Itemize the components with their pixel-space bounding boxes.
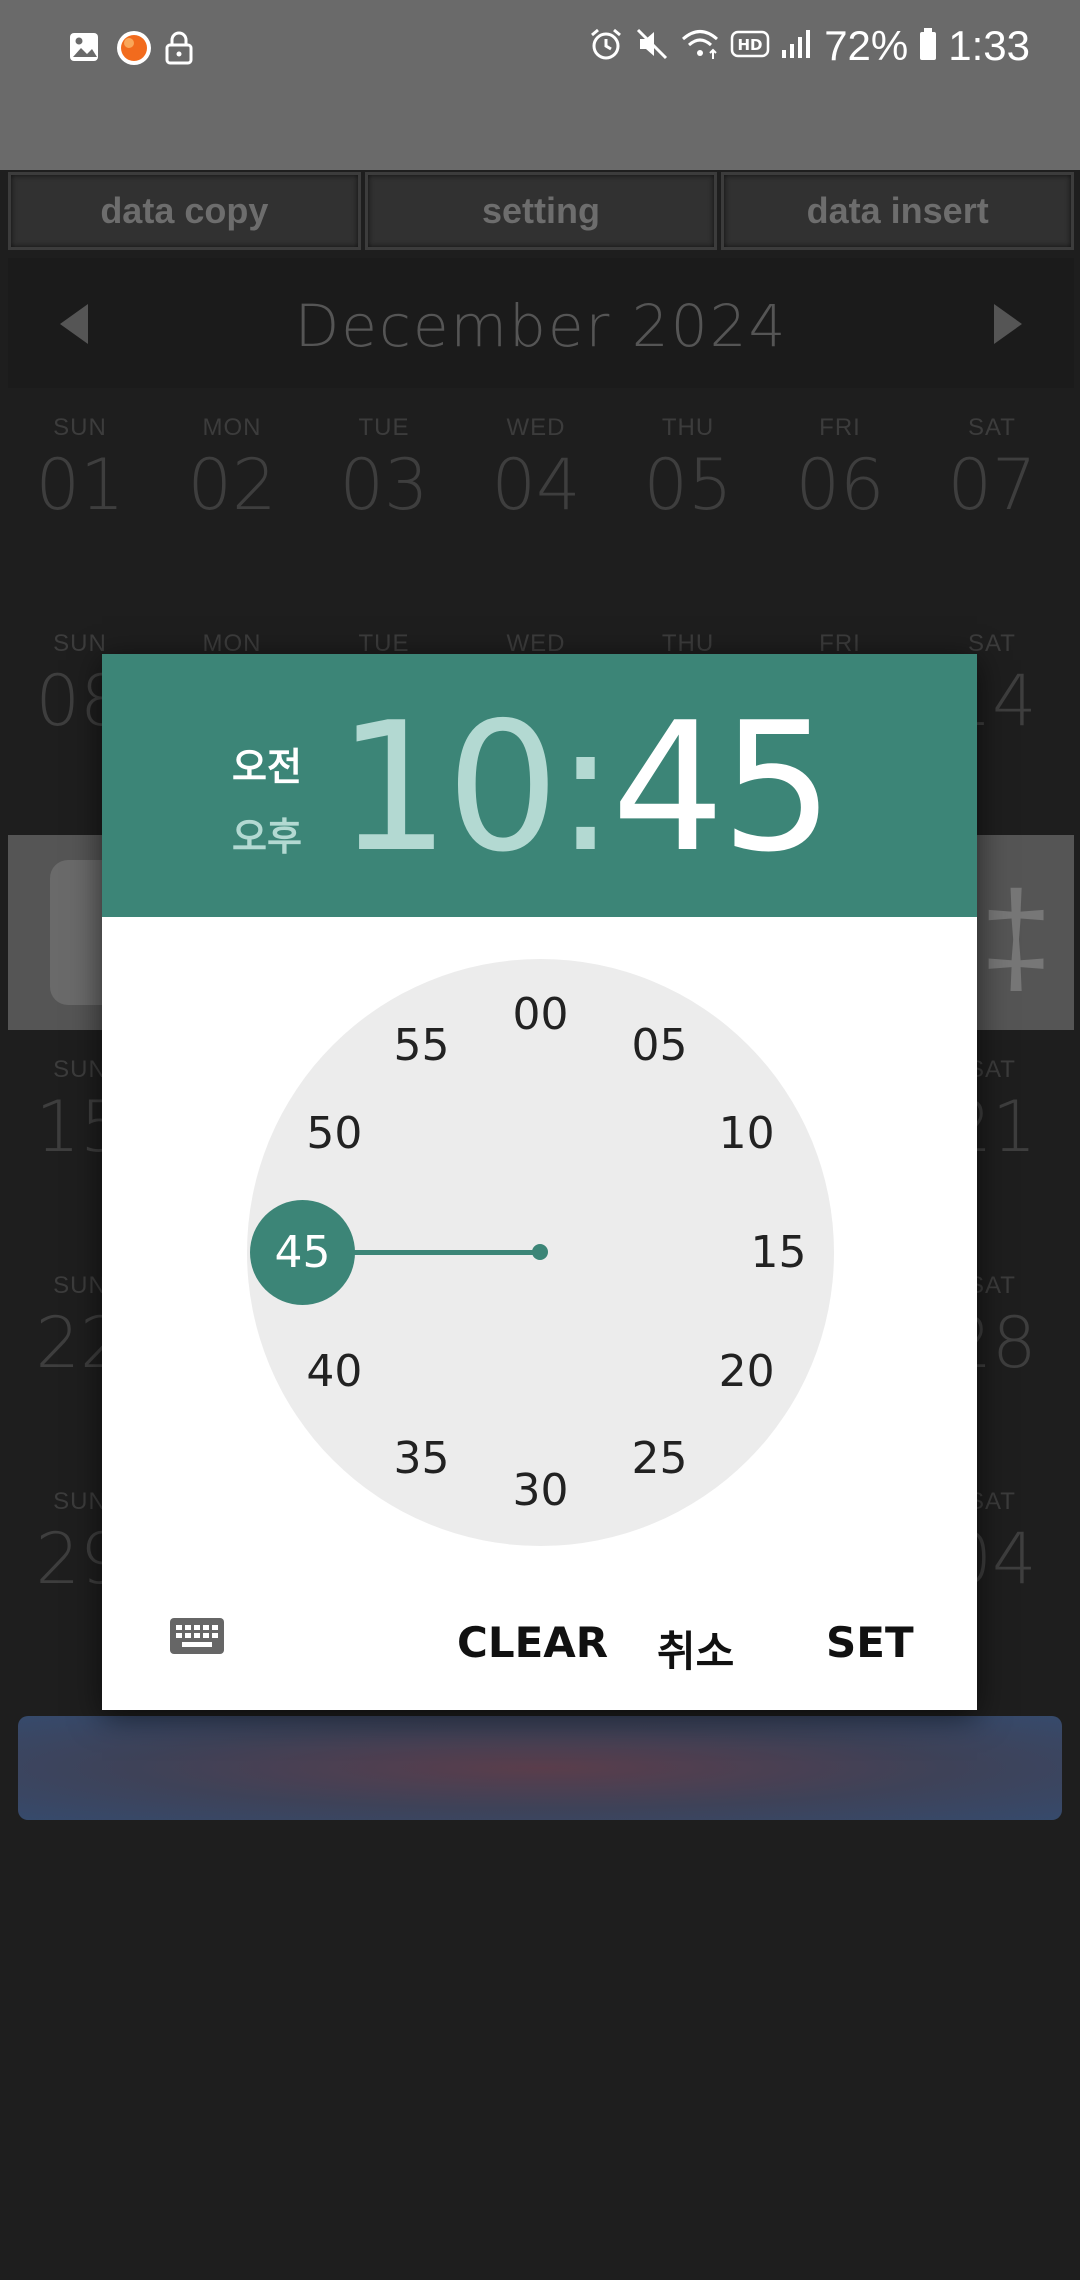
lock-icon bbox=[164, 30, 198, 66]
hour-display[interactable]: 10 bbox=[337, 684, 559, 891]
cancel-button[interactable]: 취소 bbox=[657, 1618, 734, 1679]
data-copy-button[interactable]: data copy bbox=[8, 172, 361, 250]
status-bar: HD 72% 1:33 bbox=[0, 0, 1080, 170]
dial-number[interactable]: 35 bbox=[382, 1429, 462, 1489]
battery-icon bbox=[918, 26, 938, 67]
dial-number[interactable]: 15 bbox=[739, 1223, 819, 1283]
dial-number[interactable]: 05 bbox=[620, 1016, 700, 1076]
calendar-day[interactable]: FRI 06 bbox=[765, 414, 915, 526]
calendar-day[interactable]: MON 02 bbox=[157, 414, 307, 526]
keyboard-icon[interactable] bbox=[170, 1618, 224, 1654]
svg-text:HD: HD bbox=[738, 36, 763, 54]
selected-minute-marker[interactable]: 45 bbox=[250, 1200, 355, 1305]
calendar-day[interactable]: THU 05 bbox=[613, 414, 763, 526]
dial-number[interactable]: 10 bbox=[707, 1104, 787, 1164]
time-separator: : bbox=[555, 684, 616, 891]
mute-icon bbox=[634, 26, 670, 67]
calendar-day[interactable]: SUN 01 bbox=[5, 414, 155, 526]
dial-number[interactable]: 50 bbox=[294, 1104, 374, 1164]
gallery-icon bbox=[68, 30, 102, 66]
clock-center-dot bbox=[532, 1244, 548, 1260]
set-button[interactable]: SET bbox=[826, 1618, 914, 1667]
dial-number[interactable]: 40 bbox=[294, 1342, 374, 1402]
bottom-banner[interactable] bbox=[18, 1716, 1062, 1820]
battery-percent: 72% bbox=[824, 22, 909, 69]
calendar-week: SUN 01 MON 02 TUE 03 WED 04 THU 05 FRI 06 SAT 0… bbox=[0, 414, 1080, 554]
app-icon bbox=[116, 30, 151, 66]
clear-button[interactable]: CLEAR bbox=[457, 1618, 608, 1667]
time-picker-header: 오전 오후 10:45 bbox=[102, 654, 977, 917]
next-month-icon[interactable] bbox=[994, 304, 1022, 344]
dialog-actions: CLEAR 취소 SET bbox=[102, 1594, 977, 1684]
alarm-icon bbox=[588, 26, 624, 67]
time-display: 10:45 bbox=[337, 688, 834, 888]
calendar-day[interactable]: SAT 07 bbox=[917, 414, 1067, 526]
dial-number[interactable]: 00 bbox=[501, 985, 581, 1045]
am-toggle[interactable]: 오전 bbox=[232, 732, 302, 802]
data-insert-button[interactable]: data insert bbox=[721, 172, 1075, 250]
signal-icon bbox=[780, 26, 814, 67]
pm-toggle[interactable]: 오후 bbox=[232, 802, 302, 872]
dial-number[interactable]: 20 bbox=[707, 1342, 787, 1402]
toolbar: data copy setting data insert bbox=[8, 172, 1075, 250]
dial-number[interactable]: 25 bbox=[620, 1429, 700, 1489]
clock-hand bbox=[339, 1250, 541, 1255]
wifi-icon bbox=[680, 26, 720, 67]
ampm-selector: 오전 오후 bbox=[232, 732, 302, 872]
clock-time: 1:33 bbox=[948, 22, 1030, 69]
month-title: December 2024 bbox=[294, 292, 788, 360]
dial-number[interactable]: 30 bbox=[501, 1461, 581, 1521]
minute-display[interactable]: 45 bbox=[611, 684, 833, 891]
selected-day-glyph: ‡ bbox=[980, 864, 1053, 1010]
time-picker-dialog: 오전 오후 10:45 45 00 05 10 15 20 25 30 35 40 50 55 CL… bbox=[102, 654, 977, 1710]
month-header: December 2024 bbox=[8, 258, 1074, 388]
calendar-day[interactable]: WED 04 bbox=[461, 414, 611, 526]
hd-icon: HD bbox=[730, 26, 770, 67]
dial-number[interactable]: 55 bbox=[382, 1016, 462, 1076]
calendar-day[interactable]: TUE 03 bbox=[309, 414, 459, 526]
minute-dial[interactable]: 45 00 05 10 15 20 25 30 35 40 50 55 bbox=[247, 959, 834, 1546]
setting-button[interactable]: setting bbox=[364, 172, 718, 250]
